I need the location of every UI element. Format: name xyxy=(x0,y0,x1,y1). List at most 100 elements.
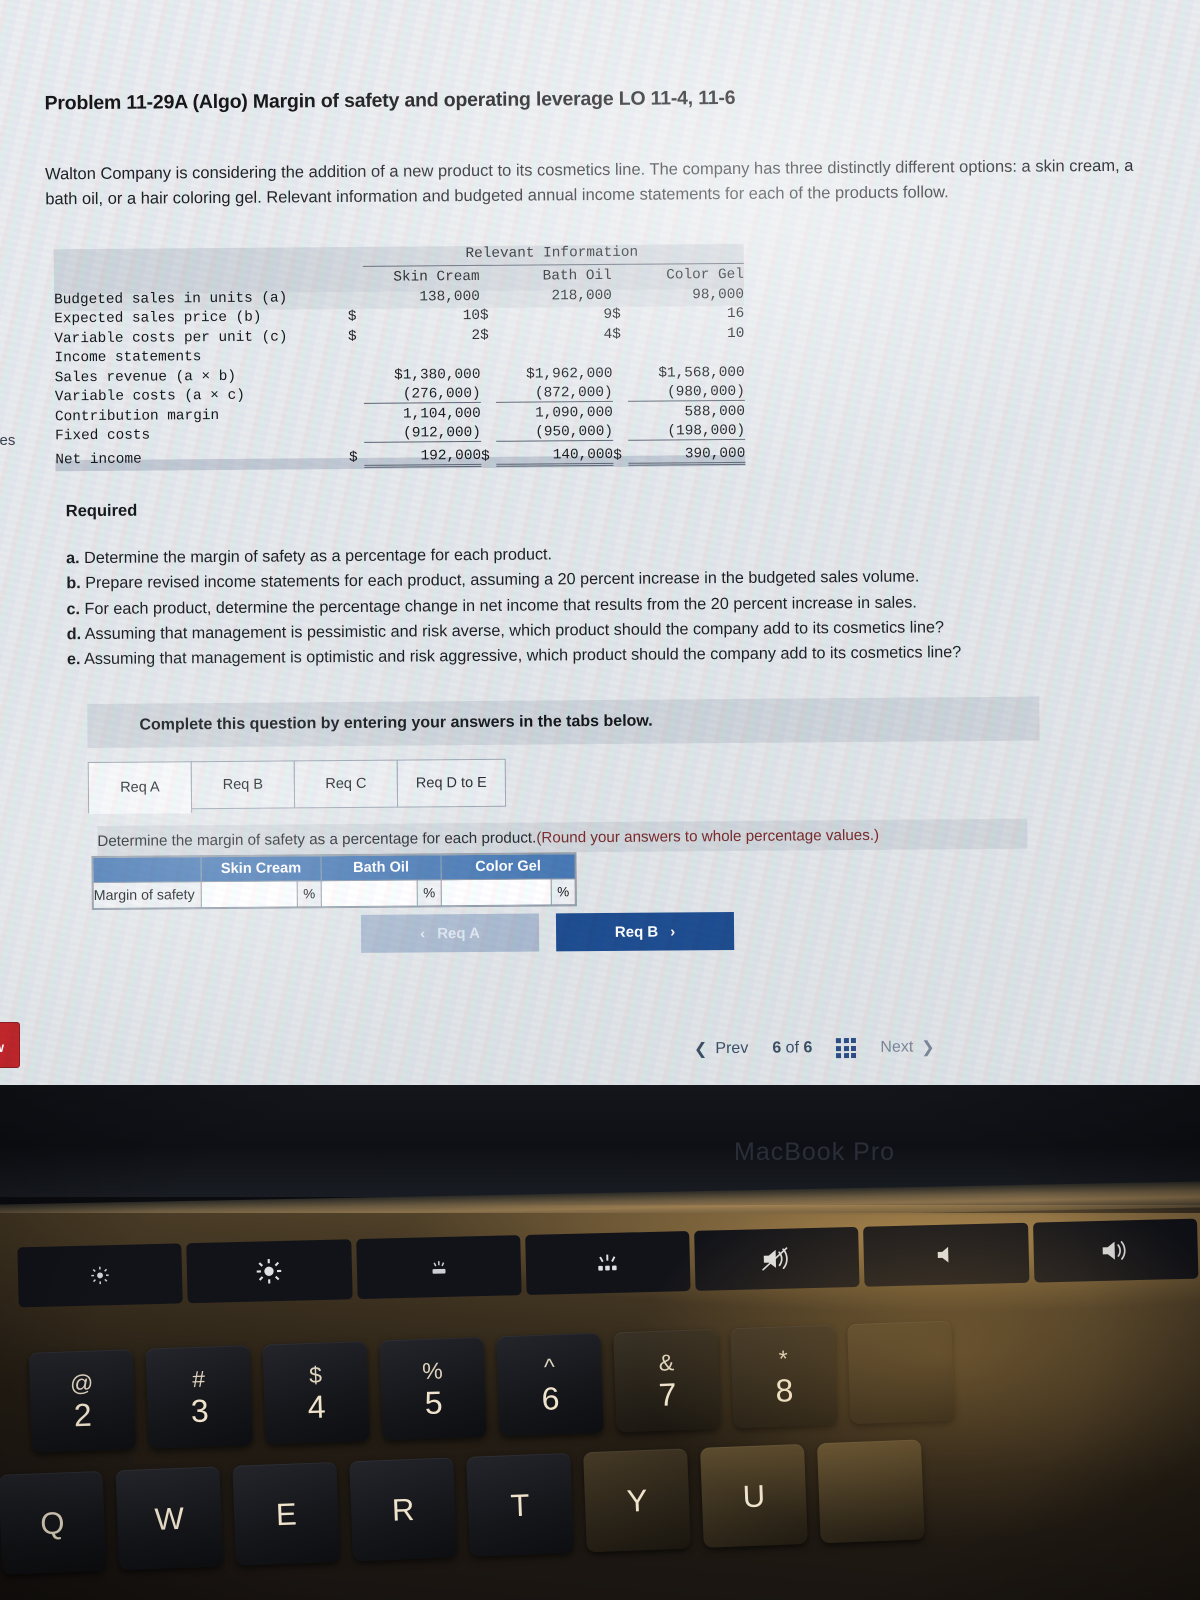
cell-value: $1,962,000 xyxy=(526,365,613,383)
pager-of: of xyxy=(785,1039,800,1057)
key-6[interactable]: ^ 6 xyxy=(496,1332,604,1437)
key-label: 4 xyxy=(307,1387,327,1425)
dollar-sign: $ xyxy=(348,449,358,466)
key-t[interactable]: T xyxy=(466,1452,574,1557)
key-9-partial[interactable] xyxy=(847,1320,955,1425)
key-7[interactable]: & 7 xyxy=(613,1328,721,1433)
cell-value: 2 xyxy=(471,327,481,344)
cell-value: 588,000 xyxy=(684,403,746,420)
cell-value: (872,000) xyxy=(495,381,613,402)
key-4[interactable]: $ 4 xyxy=(262,1340,370,1445)
volume-up-icon[interactable] xyxy=(1032,1218,1199,1283)
dollar-sign: $ xyxy=(347,308,357,325)
key-u[interactable]: U xyxy=(700,1443,808,1548)
required-item-text: Prepare revised income statements for ea… xyxy=(85,567,920,593)
key-symbol: ^ xyxy=(543,1352,556,1380)
cell-value: 10 xyxy=(462,307,481,325)
key-5[interactable]: % 5 xyxy=(379,1336,487,1441)
pager-count: 6 of 6 xyxy=(772,1039,812,1057)
tab-req-b[interactable]: Req B xyxy=(190,760,296,810)
required-item-letter: e. xyxy=(66,650,81,669)
cell-value: 140,000 xyxy=(496,439,614,465)
cell-value: 390,000 xyxy=(628,438,746,464)
key-symbol: & xyxy=(658,1348,675,1376)
key-symbol: % xyxy=(421,1356,444,1384)
tab-req-a[interactable]: Req A xyxy=(87,761,193,815)
key-2[interactable]: @ 2 xyxy=(28,1349,137,1453)
required-heading: Required xyxy=(65,501,138,521)
margin-of-safety-color-gel-input[interactable] xyxy=(441,879,551,906)
pager-next-button[interactable]: Next ❯ xyxy=(880,1037,934,1057)
badge-line-1: e xyxy=(0,1025,19,1040)
cell-value: 1,104,000 xyxy=(402,405,481,423)
key-w[interactable]: W xyxy=(115,1466,224,1571)
percent-symbol: % xyxy=(417,879,442,906)
tab-label: Req D to E xyxy=(415,774,487,792)
cell-value: 10 xyxy=(727,325,745,342)
key-y[interactable]: Y xyxy=(583,1448,691,1553)
badge-line-3: il xyxy=(0,1055,19,1067)
required-item-letter: d. xyxy=(66,624,82,644)
badge-line-2: aw xyxy=(0,1040,19,1055)
cell-value: (276,000) xyxy=(363,382,481,403)
relevant-information-label: Relevant Information xyxy=(465,244,639,263)
grid-view-icon[interactable] xyxy=(836,1038,857,1059)
cell-value: (980,000) xyxy=(627,380,745,401)
dollar-sign: $ xyxy=(481,448,490,465)
laptop-lid-bezel xyxy=(0,1085,1200,1197)
key-i-partial[interactable] xyxy=(816,1439,925,1544)
cell-value: 218,000 xyxy=(551,287,612,304)
dollar-sign: $ xyxy=(480,327,489,344)
pager-prev-button[interactable]: ❮ Prev xyxy=(694,1039,748,1059)
key-label: Q xyxy=(39,1504,66,1541)
required-item-text: For each product, determine the percenta… xyxy=(84,593,917,618)
cell-value: 98,000 xyxy=(692,286,745,303)
complete-question-text: Complete this question by entering your … xyxy=(139,712,653,734)
tab-instruction-rounding: (Round your answers to whole percentage … xyxy=(536,826,880,847)
margin-of-safety-skin-cream-cell[interactable] xyxy=(201,880,298,908)
req-next-label: Req B xyxy=(614,923,659,941)
macbook-pro-laptop: @ 2 # 3 $ 4 % 5 ^ 6 & 7 * 8 Q W E R T Y … xyxy=(0,1085,1200,1600)
column-header-color-gel: Color Gel xyxy=(666,266,744,284)
pager-current: 6 xyxy=(772,1039,782,1057)
key-q[interactable]: Q xyxy=(0,1470,107,1575)
req-prev-button[interactable]: ‹ Req A xyxy=(360,913,540,953)
key-3[interactable]: # 3 xyxy=(145,1345,253,1449)
required-item-text: Assuming that management is pessimistic … xyxy=(84,618,944,643)
key-r[interactable]: R xyxy=(349,1457,458,1562)
keyboard-backlight-up-icon[interactable] xyxy=(525,1231,691,1295)
column-header-bath-oil: Bath Oil xyxy=(542,267,612,285)
answer-corner-header xyxy=(92,856,202,883)
req-next-button[interactable]: Req B › xyxy=(555,911,735,952)
cell-value: (198,000) xyxy=(628,419,746,440)
complete-question-banner: Complete this question by entering your … xyxy=(87,696,1040,749)
dollar-sign: $ xyxy=(613,447,622,464)
pager-prev-label: Prev xyxy=(715,1039,749,1058)
cell-value: (912,000) xyxy=(364,421,481,442)
key-label: 6 xyxy=(540,1379,561,1417)
required-item-letter: c. xyxy=(66,599,81,618)
brightness-up-icon[interactable] xyxy=(186,1239,353,1304)
answer-row-label: Margin of safety xyxy=(93,881,202,909)
chevron-left-icon: ❮ xyxy=(693,1041,708,1059)
tab-label: Req B xyxy=(222,776,264,793)
cell-value: 16 xyxy=(726,305,745,322)
tab-req-c[interactable]: Req C xyxy=(293,759,399,809)
volume-down-icon[interactable] xyxy=(863,1222,1030,1287)
brightness-down-icon[interactable] xyxy=(17,1243,184,1308)
key-8[interactable]: * 8 xyxy=(730,1324,838,1429)
req-prev-label: Req A xyxy=(437,924,481,942)
relevant-information-table: Relevant Information Skin Cream Bath Oil… xyxy=(53,243,746,472)
column-header-skin-cream: Skin Cream xyxy=(393,268,480,286)
key-e[interactable]: E xyxy=(232,1461,341,1566)
margin-of-safety-skin-cream-input[interactable] xyxy=(201,881,297,908)
tab-req-d-to-e[interactable]: Req D to E xyxy=(396,758,506,808)
tab-instruction-main: Determine the margin of safety as a perc… xyxy=(97,829,537,850)
mute-icon[interactable] xyxy=(694,1226,860,1291)
percent-symbol: % xyxy=(297,880,322,907)
keyboard-backlight-down-icon[interactable] xyxy=(355,1235,522,1300)
margin-of-safety-bath-oil-input[interactable] xyxy=(321,880,417,907)
row-label: Sales revenue (a × b) xyxy=(54,368,237,386)
margin-of-safety-bath-oil-cell[interactable] xyxy=(321,879,418,907)
margin-of-safety-color-gel-cell[interactable] xyxy=(441,878,552,906)
